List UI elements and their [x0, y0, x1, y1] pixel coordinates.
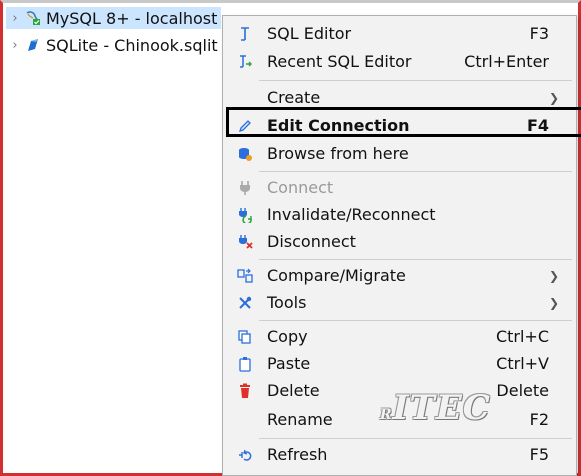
tools-icon — [237, 295, 253, 311]
menu-item-shortcut: F5 — [529, 445, 549, 464]
menu-item-delete[interactable]: Delete Delete — [223, 378, 576, 403]
menu-item-rename[interactable]: Rename F2 — [223, 407, 576, 432]
compare-icon — [237, 268, 253, 284]
context-menu: SQL Editor F3 Recent SQL Editor Ctrl+Ent… — [222, 15, 577, 476]
menu-item-label: Paste — [267, 354, 311, 373]
recent-sql-editor-icon — [237, 54, 253, 70]
menu-item-refresh[interactable]: Refresh F5 — [223, 442, 576, 467]
menu-item-label: Delete — [267, 381, 320, 400]
menu-item-disconnect[interactable]: Disconnect — [223, 229, 576, 254]
menu-item-label: Connect — [267, 178, 334, 197]
menu-item-copy[interactable]: Copy Ctrl+C — [223, 324, 576, 349]
submenu-arrow-icon: ❯ — [548, 268, 559, 283]
tree-item-sqlite-chinook[interactable]: › SQLite - Chinook.sqlit — [6, 34, 222, 56]
menu-item-shortcut: F2 — [529, 410, 549, 429]
menu-item-label: Tools — [267, 293, 307, 312]
menu-separator — [259, 171, 572, 172]
menu-item-recent-sql-editor[interactable]: Recent SQL Editor Ctrl+Enter — [223, 49, 576, 74]
expand-arrow-icon[interactable]: › — [6, 38, 24, 53]
menu-separator — [259, 80, 572, 81]
menu-item-shortcut: Delete — [496, 381, 549, 400]
menu-item-connect[interactable]: Connect — [223, 175, 576, 200]
paste-icon — [237, 356, 253, 372]
menu-item-tools[interactable]: Tools ❯ — [223, 290, 576, 315]
menu-item-label: Copy — [267, 327, 308, 346]
tree-item-mysql-localhost[interactable]: › MySQL 8+ - localhost — [6, 7, 222, 29]
menu-separator — [259, 438, 572, 439]
menu-item-label: Browse from here — [267, 144, 409, 163]
menu-item-shortcut: Ctrl+Enter — [464, 52, 549, 71]
menu-item-invalidate-reconnect[interactable]: Invalidate/Reconnect — [223, 202, 576, 227]
menu-item-shortcut: Ctrl+V — [496, 354, 549, 373]
sqlite-connection-icon — [24, 36, 42, 54]
menu-item-label: SQL Editor — [267, 24, 352, 43]
refresh-icon — [237, 447, 253, 463]
menu-item-browse-from-here[interactable]: Browse from here — [223, 141, 576, 166]
menu-item-label: Rename — [267, 410, 333, 429]
menu-item-shortcut: F3 — [529, 24, 549, 43]
plug-icon — [237, 180, 253, 196]
menu-item-shortcut: Ctrl+C — [495, 327, 549, 346]
trash-icon — [237, 383, 253, 399]
expand-arrow-icon[interactable]: › — [6, 11, 24, 26]
menu-item-label: Create — [267, 88, 321, 107]
copy-icon — [237, 329, 253, 345]
tree-item-label: MySQL 8+ - localhost — [46, 8, 218, 28]
menu-item-label: Refresh — [267, 445, 328, 464]
menu-item-label: Recent SQL Editor — [267, 52, 412, 71]
mysql-connection-icon — [24, 9, 42, 27]
edit-connection-highlight-box — [226, 107, 581, 137]
submenu-arrow-icon: ❯ — [548, 295, 559, 310]
menu-separator — [259, 259, 572, 260]
submenu-arrow-icon: ❯ — [548, 90, 559, 105]
menu-item-label: Compare/Migrate — [267, 266, 406, 285]
tree-item-label: SQLite - Chinook.sqlit — [46, 35, 218, 55]
reconnect-icon — [237, 207, 253, 223]
menu-item-paste[interactable]: Paste Ctrl+V — [223, 351, 576, 376]
menu-item-compare-migrate[interactable]: Compare/Migrate ❯ — [223, 263, 576, 288]
menu-item-label: Disconnect — [267, 232, 356, 251]
sql-editor-icon — [237, 26, 253, 42]
menu-item-label: Invalidate/Reconnect — [267, 205, 436, 224]
menu-item-sql-editor[interactable]: SQL Editor F3 — [223, 21, 576, 46]
menu-separator — [259, 320, 572, 321]
disconnect-icon — [237, 234, 253, 250]
database-browse-icon — [237, 146, 253, 162]
